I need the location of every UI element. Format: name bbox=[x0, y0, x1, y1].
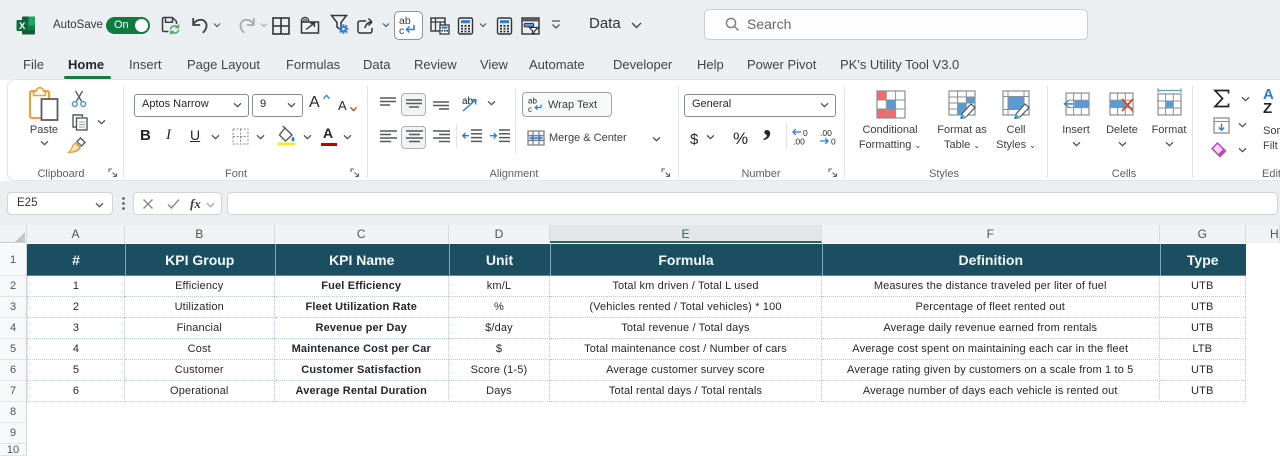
svg-text:.00: .00 bbox=[793, 137, 805, 146]
svg-text:0: 0 bbox=[831, 137, 836, 146]
svg-text:c: c bbox=[528, 105, 532, 113]
svg-text:c: c bbox=[399, 25, 404, 36]
svg-text:ab: ab bbox=[462, 96, 474, 107]
svg-text:X: X bbox=[19, 21, 26, 32]
